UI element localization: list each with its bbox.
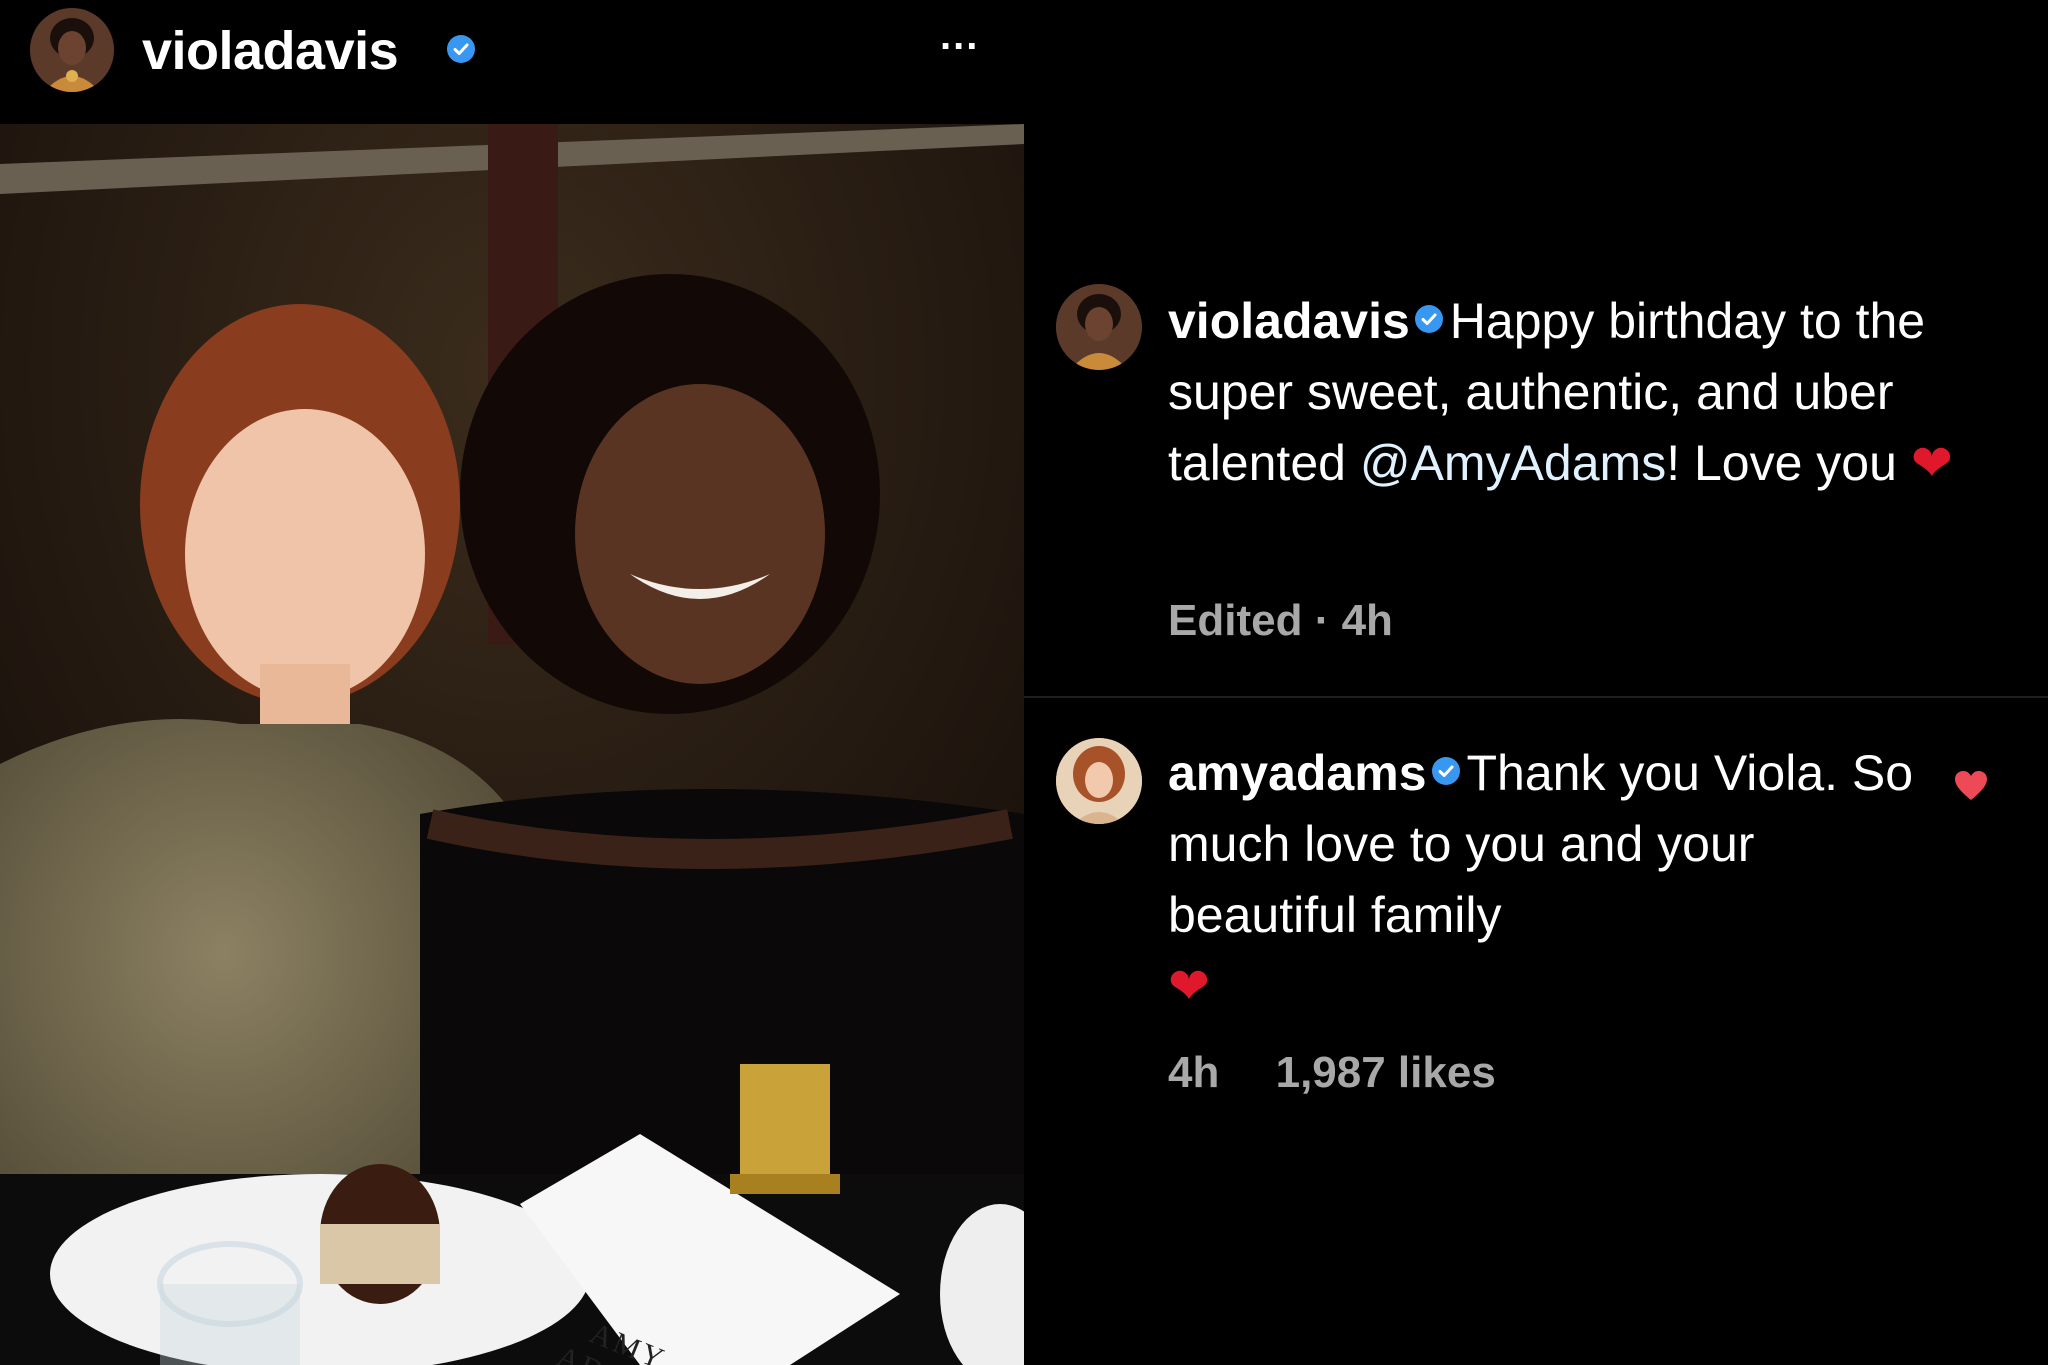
- reply-comment: amyadams Thank you Viola. So much love to…: [1168, 738, 1928, 1022]
- comment-time: 4h: [1341, 596, 1393, 645]
- comment-time: 4h: [1168, 1048, 1220, 1097]
- heart-emoji-icon: ❤: [1910, 434, 1953, 492]
- post-photo-illustration: [0, 124, 1024, 1365]
- post-panel: violadavis ... AMY: [0, 0, 1024, 1365]
- verified-badge-icon: [1414, 305, 1443, 333]
- likes-count[interactable]: 1,987 likes: [1276, 1048, 1496, 1097]
- verified-badge-icon: [1431, 757, 1460, 785]
- caption-meta: Edited · 4h: [1168, 596, 1393, 646]
- commenter-avatar-violadavis[interactable]: [1056, 284, 1142, 370]
- post-header: violadavis ...: [0, 0, 1024, 120]
- comments-panel: violadavis Happy birthday to the super sw…: [1024, 0, 2048, 1365]
- heart-emoji-icon: ❤: [1168, 957, 1210, 1015]
- commenter-avatar-amyadams[interactable]: [1056, 738, 1142, 824]
- mention-link[interactable]: @AmyAdams: [1360, 435, 1666, 491]
- comment-text-after: ! Love you: [1666, 435, 1911, 491]
- heart-icon[interactable]: [1954, 770, 1988, 802]
- meta-separator: ·: [1314, 596, 1330, 645]
- more-options-icon[interactable]: ...: [940, 14, 979, 59]
- post-author-avatar[interactable]: [30, 8, 114, 92]
- post-author-username[interactable]: violadavis: [142, 20, 399, 82]
- verified-badge-icon: [447, 35, 475, 63]
- divider: [1024, 696, 2048, 698]
- caption-comment: violadavis Happy birthday to the super sw…: [1168, 286, 2048, 499]
- comment-username[interactable]: violadavis: [1168, 293, 1410, 349]
- reply-meta: 4h 1,987 likes: [1168, 1048, 1540, 1098]
- edited-label: Edited: [1168, 596, 1303, 645]
- post-photo[interactable]: AMY ADAMS: [0, 124, 1024, 1365]
- comment-username[interactable]: amyadams: [1168, 745, 1427, 801]
